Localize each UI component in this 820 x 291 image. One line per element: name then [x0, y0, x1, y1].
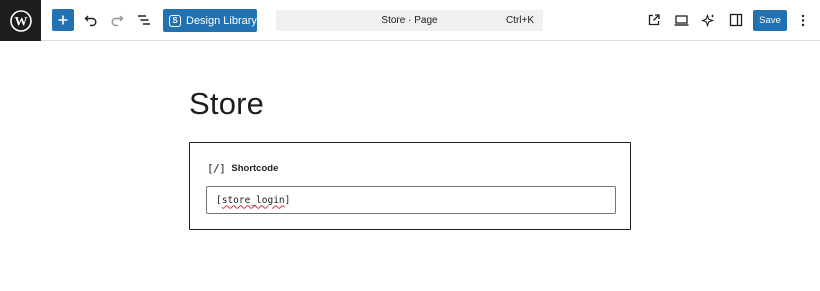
- shortcode-value-text: store_login: [221, 194, 285, 206]
- command-palette-shortcut: Ctrl+K: [505, 15, 534, 26]
- undo-icon: [84, 15, 97, 27]
- document-bar[interactable]: Store · Page Ctrl+K: [276, 10, 543, 31]
- sidebar-toggle-icon: [729, 13, 743, 27]
- shortcode-icon: [/]: [207, 162, 226, 175]
- more-vertical-icon: [801, 14, 805, 26]
- svg-text:W: W: [14, 13, 27, 28]
- editor-toolbar: W S Design Library Store · Page Ctrl+K S…: [0, 0, 820, 41]
- view-page-button[interactable]: [644, 10, 664, 30]
- settings-sidebar-button[interactable]: [726, 10, 746, 30]
- options-button[interactable]: [793, 10, 813, 30]
- sparkle-icon: [700, 13, 714, 27]
- page-title[interactable]: Store: [189, 86, 264, 122]
- design-library-button[interactable]: S Design Library: [163, 9, 257, 32]
- design-library-label: Design Library: [186, 14, 257, 27]
- design-library-icon: S: [169, 14, 181, 27]
- plus-icon: [58, 15, 68, 25]
- redo-button[interactable]: [107, 10, 127, 30]
- list-view-button[interactable]: [134, 10, 154, 30]
- preview-button[interactable]: [671, 10, 691, 30]
- ai-assistant-button[interactable]: [698, 10, 718, 30]
- shortcode-block-header: [/] Shortcode: [207, 162, 278, 175]
- desktop-preview-icon: [674, 14, 688, 26]
- shortcode-value-close: ]: [284, 194, 291, 206]
- shortcode-block[interactable]: [/] Shortcode [store_login]: [189, 142, 631, 230]
- list-view-icon: [138, 15, 150, 25]
- document-title: Store · Page: [381, 15, 438, 26]
- wordpress-icon[interactable]: W: [0, 0, 41, 41]
- external-link-icon: [648, 14, 660, 26]
- undo-button[interactable]: [81, 10, 101, 30]
- add-block-button[interactable]: [52, 9, 74, 31]
- shortcode-input[interactable]: [store_login]: [206, 186, 616, 214]
- shortcode-block-label: Shortcode: [231, 163, 279, 174]
- save-button[interactable]: Save: [753, 10, 787, 31]
- redo-icon: [111, 15, 124, 27]
